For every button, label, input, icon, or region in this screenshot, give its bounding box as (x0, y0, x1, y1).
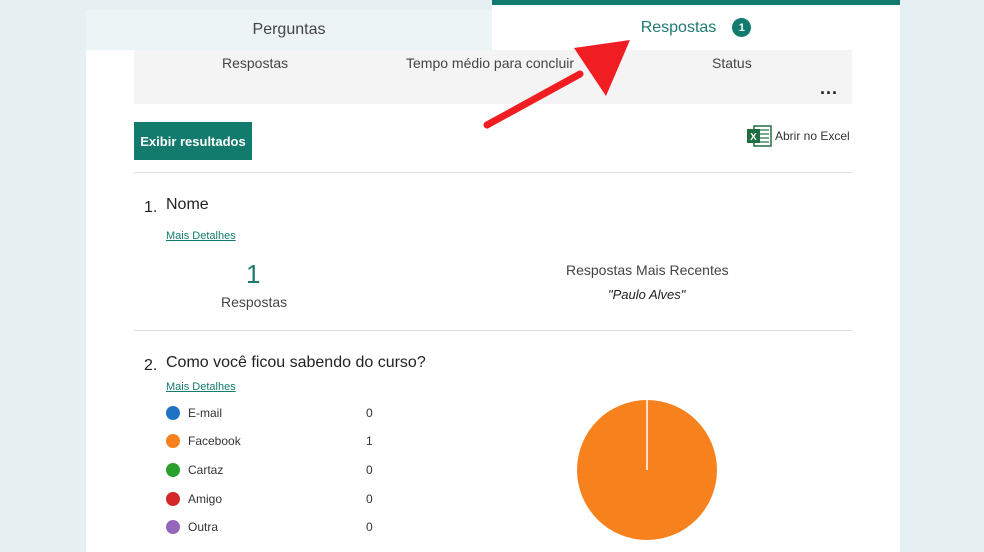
more-details-link[interactable]: Mais Detalhes (166, 230, 236, 242)
svg-text:X: X (750, 132, 757, 143)
legend-dot (166, 492, 180, 506)
latest-response-value: "Paulo Alves" (608, 287, 686, 302)
summary-bar: Respostas Tempo médio para concluir Stat… (134, 50, 852, 104)
legend-count: 0 (366, 492, 373, 506)
legend-label: Outra (188, 520, 219, 534)
legend-dot (166, 434, 180, 448)
summary-status-label: Status (712, 55, 752, 71)
legend-item: E-mail (166, 405, 222, 421)
tab-respostas[interactable]: Respostas 1 (492, 0, 900, 50)
legend-dot (166, 520, 180, 534)
response-count-label: Respostas (221, 294, 288, 310)
legend-count: 0 (366, 520, 373, 534)
pie-chart (577, 400, 717, 540)
tab-bar: Perguntas Respostas 1 (86, 0, 900, 50)
question-title: Como você ficou sabendo do curso? (166, 354, 426, 371)
response-count-badge: 1 (732, 18, 752, 37)
legend-count: 1 (366, 434, 373, 448)
responses-panel: Respostas Tempo médio para concluir Stat… (86, 50, 900, 552)
open-in-excel-button[interactable]: X Abrir no Excel (746, 124, 850, 148)
divider (134, 172, 852, 173)
summary-responses-label: Respostas (222, 55, 289, 71)
legend-label: Amigo (188, 492, 223, 506)
excel-icon: X (747, 125, 772, 147)
legend-count: 0 (366, 406, 373, 420)
tab-perguntas-label: Perguntas (252, 21, 326, 38)
tab-respostas-label: Respostas (640, 18, 717, 36)
latest-responses-label: Respostas Mais Recentes (566, 262, 729, 278)
legend-dot (166, 406, 180, 420)
question-number: 1. (144, 199, 158, 216)
tab-perguntas[interactable]: Perguntas (86, 10, 492, 50)
legend-label: E-mail (188, 406, 223, 420)
legend-label: Facebook (188, 434, 241, 448)
summary-average-time-label: Tempo médio para concluir (406, 55, 575, 71)
legend-label: Cartaz (188, 463, 224, 477)
view-results-button[interactable]: Exibir resultados (134, 122, 252, 160)
divider (134, 330, 852, 331)
question-number: 2. (144, 357, 158, 374)
more-options-icon[interactable]: ... (820, 78, 838, 99)
more-details-link[interactable]: Mais Detalhes (166, 381, 236, 393)
legend-count: 0 (366, 463, 373, 477)
response-count: 1 (246, 259, 261, 289)
question-title: Nome (166, 196, 209, 213)
legend-item: Outra (166, 519, 218, 535)
legend-item: Amigo (166, 491, 222, 507)
legend-item: Cartaz (166, 462, 223, 478)
open-in-excel-label: Abrir no Excel (775, 129, 850, 143)
legend-item: Facebook (166, 433, 241, 449)
legend-dot (166, 463, 180, 477)
